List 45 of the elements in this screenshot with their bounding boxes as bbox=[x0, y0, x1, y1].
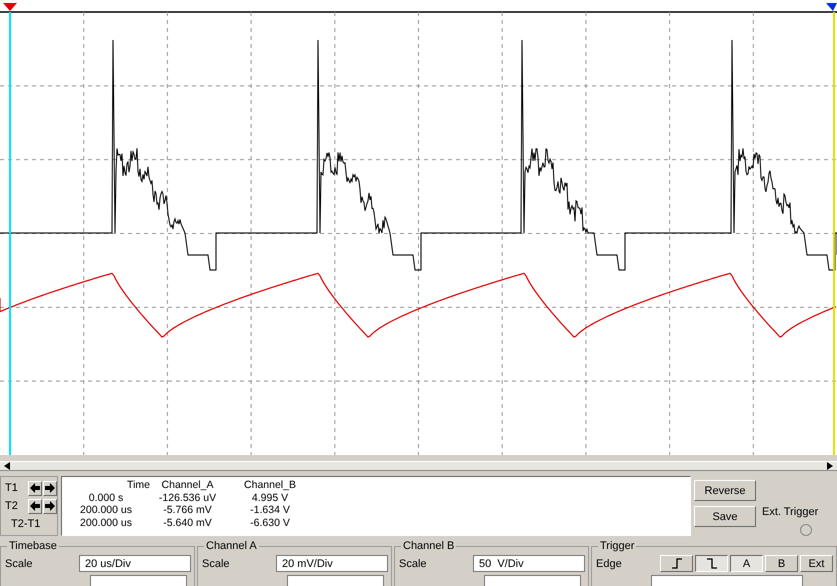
left-arrow-icon[interactable] bbox=[28, 480, 42, 496]
cursor-label: T2 bbox=[5, 500, 19, 512]
right-arrow-icon[interactable] bbox=[43, 498, 57, 514]
table-cell-text: -5.766 mV bbox=[162, 504, 213, 516]
scale-field[interactable]: 20 us/Div bbox=[79, 555, 191, 572]
right-arrow-icon[interactable] bbox=[43, 480, 57, 496]
input-field[interactable] bbox=[651, 575, 803, 586]
edge-button[interactable] bbox=[695, 555, 728, 572]
radio-button[interactable] bbox=[800, 524, 812, 536]
group-title: Trigger bbox=[598, 540, 636, 552]
column-header: Time bbox=[126, 479, 150, 492]
table-cell-text: 200.000 us bbox=[79, 504, 133, 516]
field-label: Edge bbox=[596, 558, 622, 570]
group-title: Channel B bbox=[401, 540, 456, 552]
column-header: Channel_A bbox=[160, 479, 214, 492]
action-button[interactable]: Reverse bbox=[694, 480, 756, 501]
table-cell-text: -126.536 uV bbox=[158, 492, 218, 504]
ext-trigger-label: Ext. Trigger bbox=[762, 506, 818, 518]
table-cell-text: -1.634 V bbox=[249, 504, 291, 516]
scrollbar[interactable] bbox=[0, 461, 837, 471]
cursor-label: T1 bbox=[5, 482, 19, 494]
field-label: Scale bbox=[202, 558, 230, 570]
action-button[interactable]: Save bbox=[694, 506, 756, 527]
input-field[interactable] bbox=[90, 575, 187, 586]
group-title: Timebase bbox=[7, 540, 59, 552]
scroll-left-icon[interactable] bbox=[4, 462, 10, 470]
table-cell-text: 4.995 V bbox=[250, 492, 290, 504]
table-cell-text: 0.000 s bbox=[88, 492, 124, 504]
scale-field[interactable]: 50 V/Div bbox=[473, 555, 585, 572]
cursor-label: T2-T1 bbox=[11, 518, 40, 530]
scale-field[interactable]: 20 mV/Div bbox=[276, 555, 388, 572]
source-button[interactable]: Ext bbox=[800, 555, 833, 572]
field-label: Scale bbox=[5, 558, 33, 570]
group-title: Channel A bbox=[204, 540, 259, 552]
table-cell-text: -6.630 V bbox=[249, 516, 291, 529]
table-cell-text: 200.000 us bbox=[79, 516, 133, 529]
table-cell-text: -5.640 mV bbox=[162, 516, 213, 529]
source-button[interactable]: B bbox=[765, 555, 798, 572]
source-button[interactable]: A bbox=[730, 555, 763, 572]
field-label: Scale bbox=[399, 558, 427, 570]
input-field[interactable] bbox=[484, 575, 581, 586]
scroll-right-icon[interactable] bbox=[827, 462, 833, 470]
column-header: Channel_B bbox=[243, 479, 297, 492]
left-arrow-icon[interactable] bbox=[28, 498, 42, 514]
input-field[interactable] bbox=[287, 575, 384, 586]
